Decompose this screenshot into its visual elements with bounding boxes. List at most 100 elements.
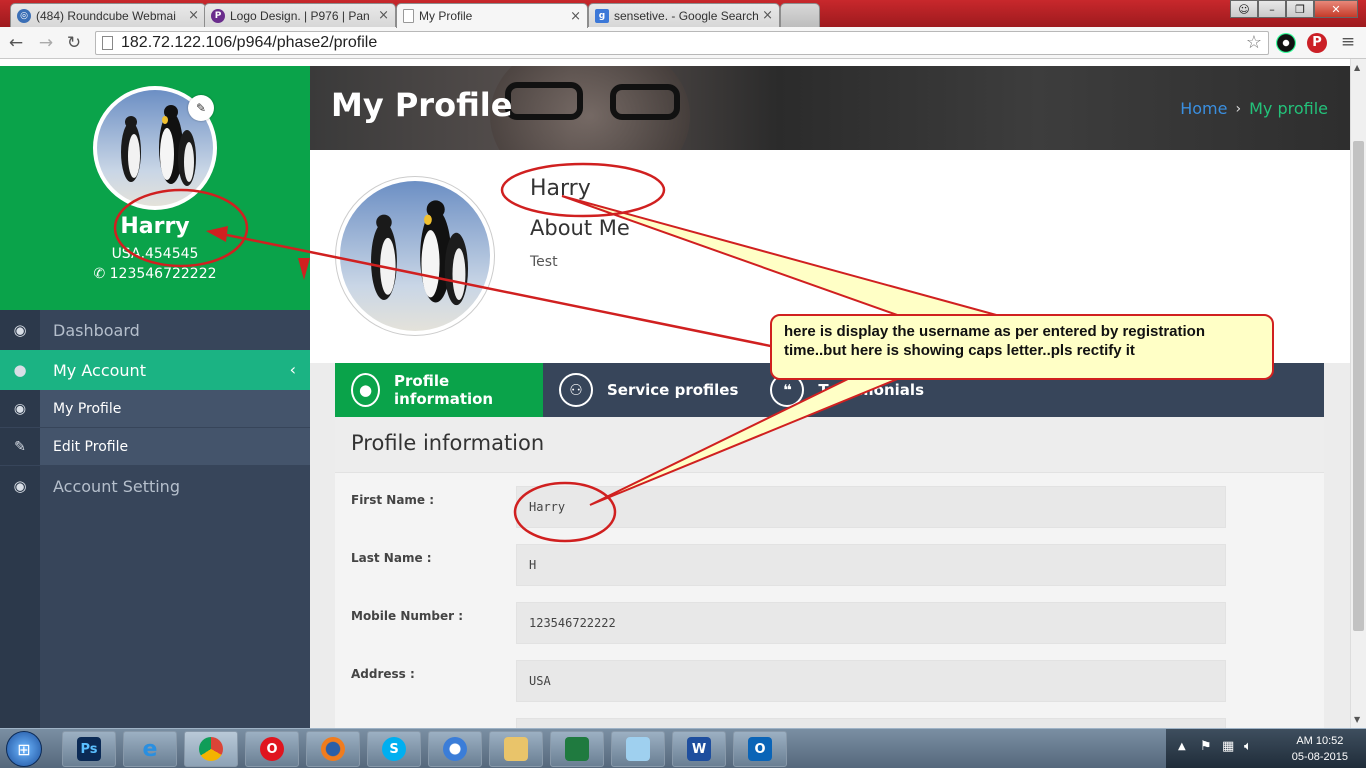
mobile-number-field[interactable]: 123546722222 — [516, 602, 1226, 644]
maximize-icon[interactable]: ❐ — [1286, 0, 1314, 18]
last-name-field[interactable]: H — [516, 544, 1226, 586]
dashboard-icon: ◉ — [0, 310, 40, 350]
p-logo-icon: P — [211, 8, 225, 23]
system-clock[interactable]: AM 10:52 05-08-2015 — [1292, 733, 1348, 765]
bookmark-star-icon[interactable]: ☆ — [1246, 32, 1262, 53]
page-scrollbar[interactable]: ▲ ▼ — [1350, 59, 1366, 728]
taskbar-skype[interactable]: S — [367, 731, 421, 767]
taskbar-firefox[interactable] — [306, 731, 360, 767]
sidebar-icon-column — [0, 506, 40, 728]
word-icon: W — [687, 737, 711, 761]
browser-tab-google-search[interactable]: g sensetive. - Google Search × — [588, 3, 780, 27]
scroll-up-icon[interactable]: ▲ — [1354, 63, 1360, 72]
breadcrumb-home-link[interactable]: Home — [1180, 99, 1227, 118]
breadcrumb-current: My profile — [1249, 99, 1328, 118]
chrome-icon — [199, 737, 223, 761]
browser-tab-roundcube[interactable]: ◎ (484) Roundcube Webmai × — [10, 3, 206, 27]
outlook-icon: O — [748, 737, 772, 761]
tab-label: Testimonials — [818, 381, 924, 399]
browser-toolbar: ← → ↻ 182.72.122.106/p964/phase2/profile… — [0, 27, 1366, 59]
main-content: My Profile Home › My profile Harry About… — [310, 66, 1350, 728]
phone-icon: ✆ — [93, 266, 106, 282]
reload-icon[interactable]: ↻ — [64, 33, 84, 53]
pinterest-icon[interactable]: P — [1307, 33, 1327, 53]
minimize-icon[interactable]: – — [1258, 0, 1286, 18]
taskbar-chrome[interactable] — [184, 731, 238, 767]
profile-content: Harry About Me Test ● Profile informatio… — [310, 150, 1350, 728]
forward-icon[interactable]: → — [36, 33, 56, 53]
profile-avatar — [335, 176, 495, 336]
start-button[interactable]: ⊞ — [6, 731, 42, 767]
panel-title: Profile information — [351, 431, 545, 455]
user-icon: ● — [0, 350, 40, 390]
first-name-field[interactable]: Harry — [516, 486, 1226, 528]
sidebar-item-my-profile[interactable]: ◉ My Profile — [0, 390, 310, 428]
avatar-image — [340, 181, 490, 331]
address-label: Address : — [351, 667, 415, 681]
browser-tab-my-profile[interactable]: My Profile × — [396, 3, 588, 28]
system-tray: ▲ ⚑ ▦ 🔈︎ AM 10:52 05-08-2015 — [1166, 729, 1366, 768]
taskbar-ie[interactable]: e — [123, 731, 177, 767]
flag-icon[interactable]: ⚑ — [1200, 739, 1212, 754]
tab-profile-information[interactable]: ● Profile information — [335, 363, 543, 417]
page-header-banner: My Profile Home › My profile — [310, 66, 1350, 150]
close-tab-icon[interactable]: × — [762, 8, 773, 23]
menu-icon[interactable]: ≡ — [1338, 32, 1358, 52]
tab-title: Logo Design. | P976 | Pan — [230, 8, 370, 23]
scroll-down-icon[interactable]: ▼ — [1354, 715, 1360, 724]
tab-label: Service profiles — [607, 381, 739, 399]
browser-tab-logo-design[interactable]: P Logo Design. | P976 | Pan × — [204, 3, 396, 27]
taskbar-excel[interactable] — [550, 731, 604, 767]
close-tab-icon[interactable]: × — [378, 8, 389, 23]
sidebar-profile-card: ✎ Harry USA,454545 ✆ 123546722222 — [0, 66, 310, 310]
new-tab-button[interactable] — [780, 3, 820, 27]
annotation-callout: here is display the username as per ente… — [770, 314, 1274, 380]
extension-icon[interactable] — [1276, 33, 1296, 53]
chevron-left-icon: ‹ — [289, 360, 296, 379]
profile-name: Harry — [530, 176, 591, 201]
taskbar-word[interactable]: W — [672, 731, 726, 767]
tab-title: (484) Roundcube Webmai — [36, 8, 176, 23]
tab-service-profiles[interactable]: ⚇ Service profiles — [543, 363, 754, 417]
close-tab-icon[interactable]: × — [188, 8, 199, 23]
internet-explorer-icon: e — [142, 736, 158, 762]
taskbar-explorer[interactable] — [489, 731, 543, 767]
panel-header: Profile information — [335, 417, 1324, 473]
taskbar-app[interactable] — [611, 731, 665, 767]
sidebar-item-label: My Profile — [53, 400, 122, 417]
sidebar-item-label: Dashboard — [53, 320, 140, 340]
edit-avatar-pencil-icon[interactable]: ✎ — [188, 95, 214, 121]
taskbar-outlook[interactable]: O — [733, 731, 787, 767]
phone-number: 123546722222 — [109, 266, 217, 282]
firefox-icon — [321, 737, 345, 761]
taskbar-photoshop[interactable]: Ps — [62, 731, 116, 767]
taskbar-opera[interactable]: O — [245, 731, 299, 767]
user-icon: ● — [351, 373, 381, 407]
tray-expand-icon[interactable]: ▲ — [1178, 741, 1186, 752]
sidebar-item-dashboard[interactable]: ◉ Dashboard — [0, 310, 310, 350]
sidebar-item-account-setting[interactable]: ◉ Account Setting — [0, 466, 310, 506]
scrollbar-thumb[interactable] — [1353, 141, 1364, 631]
sidebar-item-my-account[interactable]: ● My Account ‹ — [0, 350, 310, 390]
window-controls: ☺ – ❐ ✕ — [1230, 0, 1358, 18]
sidebar-user-address: USA,454545 — [111, 246, 199, 262]
volume-icon[interactable]: 🔈︎ — [1244, 739, 1252, 754]
back-icon[interactable]: ← — [6, 33, 26, 53]
close-tab-icon[interactable]: × — [570, 9, 581, 24]
network-icon[interactable]: ▦ — [1222, 739, 1234, 754]
about-text: Test — [530, 254, 558, 270]
dashboard-icon: ◉ — [0, 466, 40, 506]
web-page: ✎ Harry USA,454545 ✆ 123546722222 ◉ Dash… — [0, 66, 1350, 728]
next-field[interactable] — [516, 718, 1226, 728]
sidebar-item-edit-profile[interactable]: ✎ Edit Profile — [0, 428, 310, 466]
profile-information-panel: Profile information First Name : Harry L… — [335, 417, 1324, 728]
breadcrumb-separator-icon: › — [1235, 100, 1242, 117]
address-field[interactable]: USA — [516, 660, 1226, 702]
sidebar-item-label: Account Setting — [53, 476, 180, 496]
taskbar-safari[interactable] — [428, 731, 482, 767]
address-bar[interactable]: 182.72.122.106/p964/phase2/profile ☆ — [95, 31, 1269, 55]
banner-background-image — [505, 82, 583, 120]
close-window-icon[interactable]: ✕ — [1314, 0, 1358, 18]
user-icon[interactable]: ☺ — [1230, 0, 1258, 18]
sidebar-user-phone: ✆ 123546722222 — [0, 266, 310, 282]
